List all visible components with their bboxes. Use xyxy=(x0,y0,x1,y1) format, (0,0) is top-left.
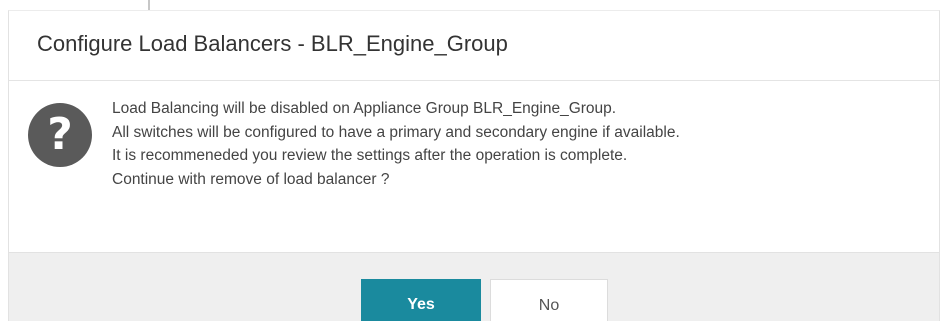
message-line: All switches will be configured to have … xyxy=(112,123,680,141)
dialog-footer: Yes No xyxy=(9,252,939,321)
no-button[interactable]: No xyxy=(490,279,608,321)
question-circle-icon: ? xyxy=(28,103,92,167)
dialog-header: Configure Load Balancers - BLR_Engine_Gr… xyxy=(9,11,939,81)
dialog-title: Configure Load Balancers - BLR_Engine_Gr… xyxy=(37,31,508,56)
screen: Configure Load Balancers - BLR_Engine_Gr… xyxy=(0,0,947,321)
background-page-heading-fragment xyxy=(50,0,130,10)
message-line: Continue with remove of load balancer ? xyxy=(112,170,390,188)
dialog-message: Load Balancing will be disabled on Appli… xyxy=(112,97,680,191)
confirm-dialog: Configure Load Balancers - BLR_Engine_Gr… xyxy=(8,10,940,321)
yes-button[interactable]: Yes xyxy=(361,279,481,321)
message-line: Load Balancing will be disabled on Appli… xyxy=(112,100,617,117)
message-line: It is recommeneded you review the settin… xyxy=(112,147,628,164)
